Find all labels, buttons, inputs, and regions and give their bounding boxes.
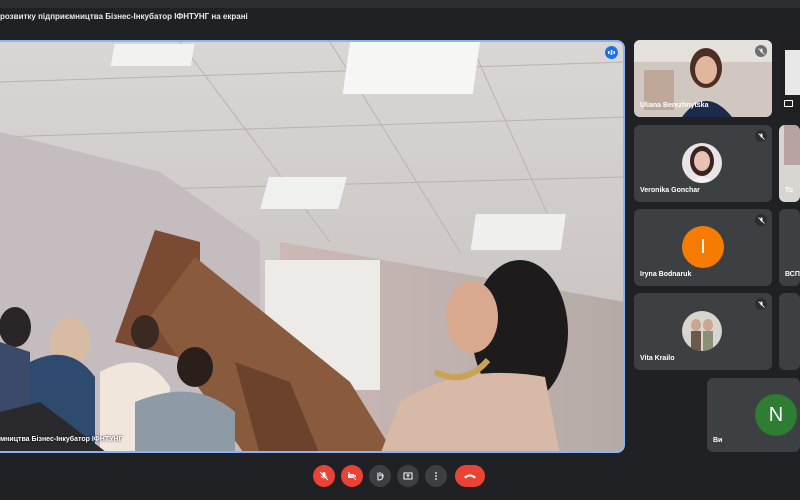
participant-tile-vita[interactable]: Vita Krailo (634, 293, 772, 370)
mic-off-icon (319, 471, 329, 481)
main-video-tile[interactable]: мництва Бізнес-Інкубатор ІФНТУНГ (0, 40, 625, 453)
participant-name: ВСП (785, 271, 800, 278)
raise-hand-button[interactable] (369, 465, 391, 487)
self-tile[interactable]: N Ви (707, 378, 800, 452)
participant-tile-iryna[interactable]: I Iryna Bodnaruk (634, 209, 772, 286)
present-screen-button[interactable] (397, 465, 419, 487)
end-call-icon (464, 474, 476, 479)
present-screen-icon (403, 472, 413, 480)
more-options-button[interactable] (425, 465, 447, 487)
participant-tile-uliana[interactable]: Uliana Berezhnytska (634, 40, 772, 117)
participant-name: Ви (713, 437, 723, 444)
participant-tile-partial[interactable]: ВСП (779, 209, 800, 286)
presentation-video (0, 42, 623, 451)
participant-tile-veronika[interactable]: Veronika Gonchar (634, 125, 772, 202)
mic-off-icon (755, 45, 767, 57)
participant-name: Uliana Berezhnytska (640, 102, 709, 109)
avatar (682, 143, 722, 183)
mic-off-icon (755, 214, 767, 226)
camera-toggle-button[interactable] (341, 465, 363, 487)
end-call-button[interactable] (455, 465, 485, 487)
camera-off-icon (347, 471, 357, 481)
mic-off-icon (755, 130, 767, 142)
avatar (682, 311, 722, 351)
main-video-label: мництва Бізнес-Інкубатор ІФНТУНГ (0, 436, 123, 443)
call-controls (0, 465, 800, 489)
mic-toggle-button[interactable] (313, 465, 335, 487)
presentation-title: розвитку підприємництва Бізнес-Інкубатор… (0, 12, 248, 21)
raise-hand-icon (377, 472, 384, 481)
participant-name: Vita Krailo (640, 355, 675, 362)
participant-name: Iryna Bodnaruk (640, 271, 692, 278)
participant-tile-partial[interactable] (779, 293, 800, 370)
participant-tile-partial[interactable]: Tu (779, 125, 800, 202)
participant-name: Tu (785, 187, 794, 194)
avatar: N (755, 394, 797, 436)
participant-tile-partial[interactable] (779, 40, 800, 117)
more-vert-icon (435, 472, 437, 480)
avatar: I (682, 226, 724, 268)
top-bar (0, 0, 800, 8)
participant-name: Veronika Gonchar (640, 187, 700, 194)
mic-off-icon (755, 298, 767, 310)
screen-share-icon (784, 100, 793, 107)
speaking-indicator-icon (605, 46, 618, 59)
